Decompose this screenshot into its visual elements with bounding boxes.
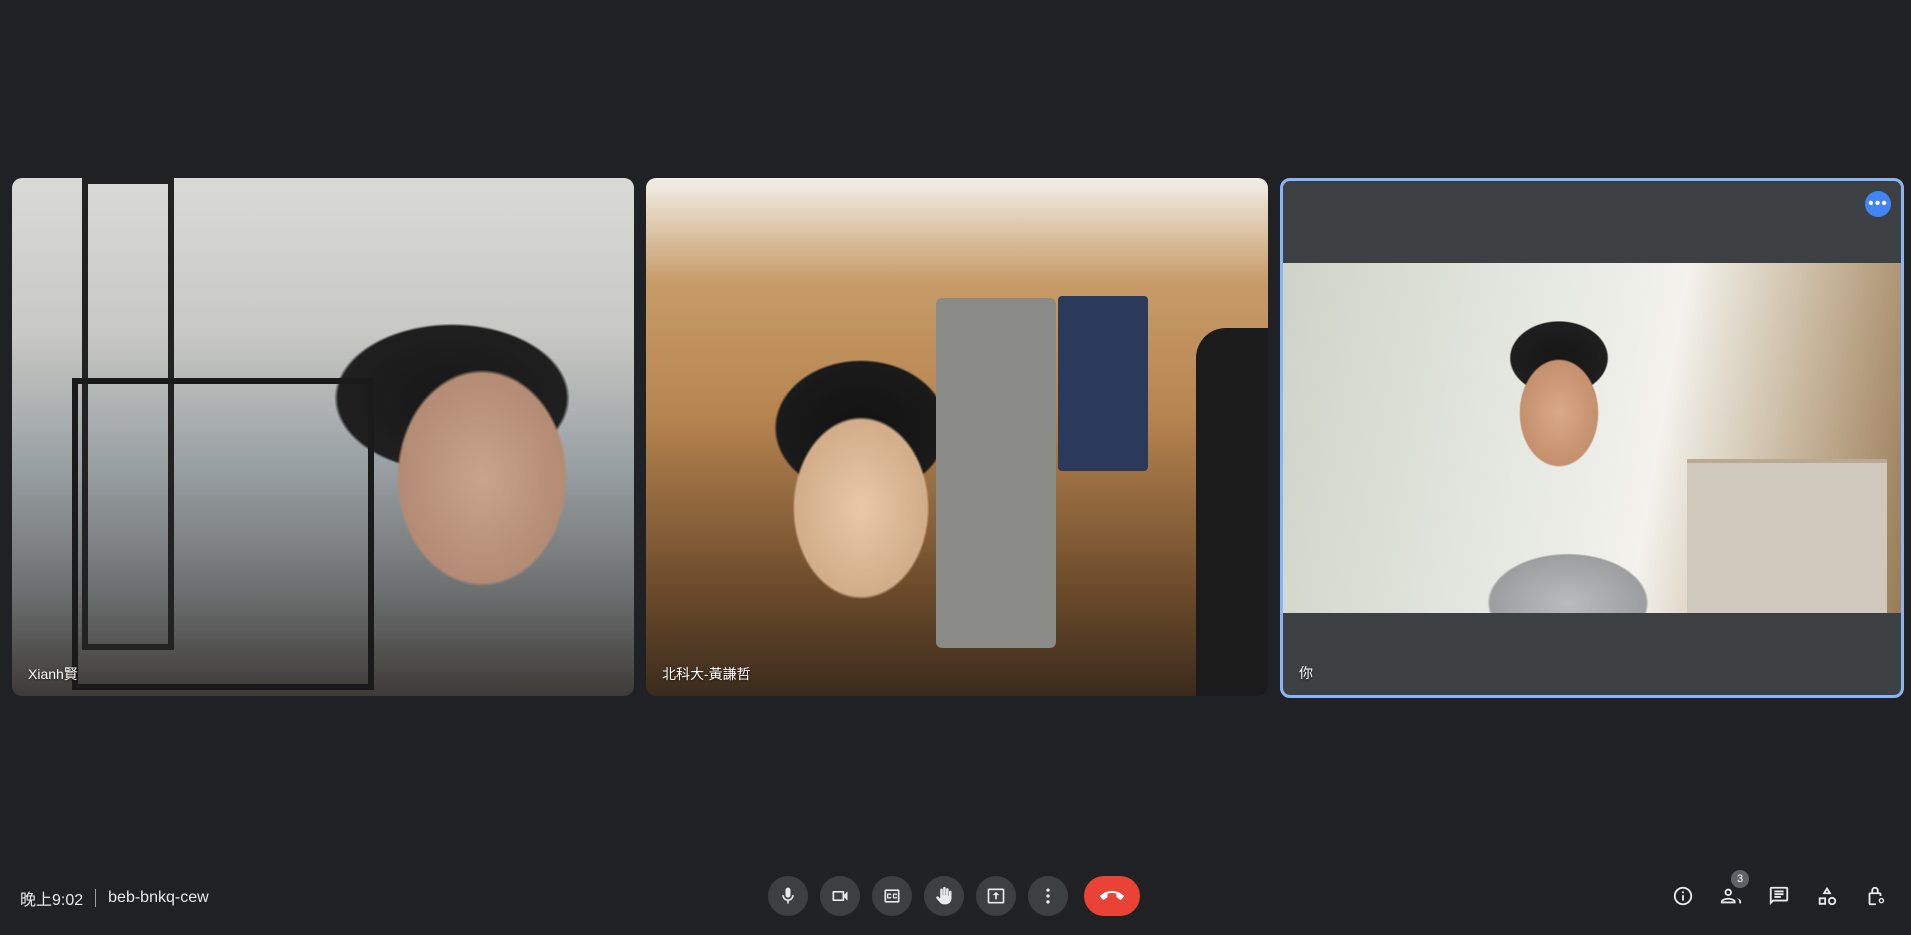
self-video <box>1283 263 1901 613</box>
side-panel-controls: 3 <box>1663 870 1895 916</box>
camera-icon <box>832 891 848 901</box>
more-vert-icon <box>1046 888 1050 904</box>
divider <box>95 889 97 907</box>
people-button[interactable]: 3 <box>1711 870 1751 916</box>
meeting-details-button[interactable] <box>1663 876 1703 916</box>
people-icon <box>1720 888 1742 904</box>
raise-hand-button[interactable] <box>924 876 964 916</box>
chat-icon <box>1769 886 1789 906</box>
host-controls-icon <box>1868 886 1885 906</box>
present-screen-icon <box>987 888 1005 904</box>
captions-button[interactable] <box>872 876 912 916</box>
call-controls <box>768 876 1140 916</box>
background-towel <box>1058 296 1148 471</box>
bottom-bar: 晚上9:02 beb-bnkq-cew 3 <box>0 860 1911 935</box>
info-icon <box>1673 886 1693 906</box>
microphone-icon <box>782 887 794 904</box>
meeting-time: 晚上9:02 <box>20 892 84 909</box>
present-button[interactable] <box>976 876 1016 916</box>
raise-hand-icon <box>936 886 952 905</box>
captions-icon <box>884 889 900 903</box>
meeting-code: beb-bnkq-cew <box>108 889 209 906</box>
participant-name: Xianh賢 <box>28 666 78 682</box>
participant-name: 你 <box>1299 665 1313 681</box>
hang-up-icon <box>1100 891 1124 900</box>
camera-button[interactable] <box>820 876 860 916</box>
participant-tile-2[interactable]: 北科大-黃謙哲 <box>646 178 1268 696</box>
participant-name: 北科大-黃謙哲 <box>662 666 751 682</box>
participant-tile-1[interactable]: Xianh賢 <box>12 178 634 696</box>
tile-options-icon[interactable]: ••• <box>1865 191 1891 217</box>
chat-button[interactable] <box>1759 876 1799 916</box>
video-grid: Xianh賢 北科大-黃謙哲 ••• 你 <box>0 0 1911 860</box>
window-frame <box>72 378 374 690</box>
background-bookshelf <box>1687 459 1887 613</box>
activities-button[interactable] <box>1807 876 1847 916</box>
background-towel <box>936 298 1056 648</box>
people-count-badge: 3 <box>1731 870 1749 888</box>
leave-call-button[interactable] <box>1084 876 1140 916</box>
meeting-info: 晚上9:02 beb-bnkq-cew <box>20 886 209 910</box>
activities-icon <box>1818 886 1837 906</box>
participant-tile-self[interactable]: ••• 你 <box>1280 178 1904 698</box>
microphone-button[interactable] <box>768 876 808 916</box>
host-controls-button[interactable] <box>1855 876 1895 916</box>
background-coat <box>1196 328 1268 696</box>
more-options-button[interactable] <box>1028 876 1068 916</box>
